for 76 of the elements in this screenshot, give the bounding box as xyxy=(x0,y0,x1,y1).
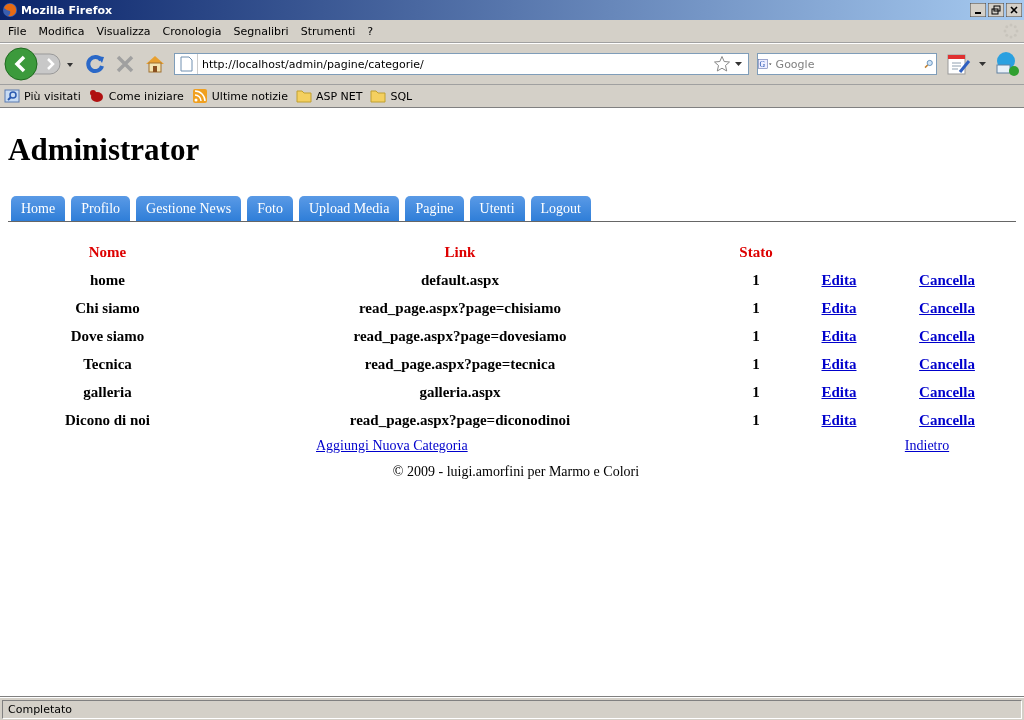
bookmark-item[interactable]: ASP NET xyxy=(315,89,363,103)
table-cell-text: default.aspx xyxy=(421,271,499,290)
bookmark-item[interactable]: Più visitati xyxy=(24,89,81,103)
nav-tab[interactable]: Gestione News xyxy=(136,196,242,221)
table-cell-text: 1 xyxy=(752,411,760,430)
delete-link[interactable]: Cancella xyxy=(919,300,975,316)
dropdown-icon[interactable] xyxy=(735,62,742,66)
home-icon[interactable] xyxy=(144,53,166,75)
delete-link[interactable]: Cancella xyxy=(919,328,975,344)
menu-item[interactable]: ? xyxy=(363,24,382,38)
feed-icon xyxy=(191,88,208,104)
table-cell-text: read_page.aspx?page=chisiamo xyxy=(359,299,561,318)
menu-item[interactable]: Strumenti xyxy=(296,24,364,38)
status-text: Completato xyxy=(2,699,1022,719)
dropdown-icon[interactable] xyxy=(979,62,986,66)
column-header: Stato xyxy=(739,243,773,262)
menu-item[interactable]: Cronologia xyxy=(158,24,230,38)
window-title: Mozilla Firefox xyxy=(21,3,114,17)
notepad-icon[interactable] xyxy=(945,52,971,76)
delete-link[interactable]: Cancella xyxy=(919,412,975,428)
menu-item[interactable]: Modifica xyxy=(34,24,93,38)
bookmark-item[interactable]: SQL xyxy=(390,89,413,103)
column-header: Nome xyxy=(88,243,127,262)
table-cell-text: read_page.aspx?page=dovesiamo xyxy=(353,327,567,346)
add-category-link[interactable]: Aggiungi Nuova Categoria xyxy=(316,436,468,456)
back-link[interactable]: Indietro xyxy=(904,436,950,456)
table-cell-text: Dove siamo xyxy=(70,327,145,346)
reload-icon[interactable] xyxy=(84,53,106,75)
address-field[interactable]: http://localhost/admin/pagine/categorie/ xyxy=(202,57,709,71)
column-header: Link xyxy=(444,243,476,262)
table-cell-text: home xyxy=(90,271,125,290)
table-cell-text: galleria xyxy=(83,383,132,402)
menu-item[interactable]: Segnalibri xyxy=(229,24,297,38)
bookmark-item[interactable]: Come iniziare xyxy=(108,89,184,103)
table-cell-text: Dicono di noi xyxy=(65,411,150,430)
magnifier-icon xyxy=(4,88,20,104)
address-bar[interactable]: http://localhost/admin/pagine/categorie/ xyxy=(174,53,749,75)
table-cell-text: read_page.aspx?page=tecnica xyxy=(364,355,556,374)
table-cell-text: galleria.aspx xyxy=(419,383,501,402)
firefox-logo-icon xyxy=(2,2,18,18)
edit-link[interactable]: Edita xyxy=(821,384,857,400)
nav-tab[interactable]: Pagine xyxy=(405,196,464,221)
edit-link[interactable]: Edita xyxy=(821,356,857,372)
table-cell-text: Tecnica xyxy=(83,355,132,374)
delete-link[interactable]: Cancella xyxy=(919,272,975,288)
edit-link[interactable]: Edita xyxy=(821,328,857,344)
table-cell-text: read_page.aspx?page=diconodinoi xyxy=(349,411,571,430)
table-cell-text: 1 xyxy=(752,355,760,374)
copyright-text: © 2009 - luigi.amorfini per Marmo e Colori xyxy=(392,463,640,481)
delete-link[interactable]: Cancella xyxy=(919,356,975,372)
folder-icon xyxy=(370,88,387,104)
minimize-button[interactable] xyxy=(970,3,986,17)
restore-button[interactable] xyxy=(988,3,1004,17)
table-cell-text: 1 xyxy=(752,383,760,402)
delete-link[interactable]: Cancella xyxy=(919,384,975,400)
edit-link[interactable]: Edita xyxy=(821,272,857,288)
nav-tab[interactable]: Logout xyxy=(530,196,591,221)
back-forward-buttons-icon[interactable] xyxy=(4,47,76,81)
table-cell-text: 1 xyxy=(752,327,760,346)
edit-link[interactable]: Edita xyxy=(821,300,857,316)
star-icon[interactable] xyxy=(713,55,731,73)
close-button[interactable] xyxy=(1006,3,1022,17)
menu-item[interactable]: Visualizza xyxy=(92,24,159,38)
search-input[interactable]: Google xyxy=(775,57,921,71)
page-heading: Administrator xyxy=(8,132,200,168)
menu-item[interactable]: File xyxy=(4,24,35,38)
folder-icon xyxy=(295,88,312,104)
page-icon xyxy=(179,56,193,72)
bookmark-item[interactable]: Ultime notizie xyxy=(211,89,288,103)
nav-tab[interactable]: Upload Media xyxy=(298,196,400,221)
table-cell-text: Chi siamo xyxy=(75,299,140,318)
edit-link[interactable]: Edita xyxy=(821,412,857,428)
nav-tab[interactable]: Home xyxy=(11,196,66,221)
search-bar[interactable]: G Google xyxy=(757,53,937,75)
table-cell-text: 1 xyxy=(752,299,760,318)
table-cell-text: 1 xyxy=(752,271,760,290)
